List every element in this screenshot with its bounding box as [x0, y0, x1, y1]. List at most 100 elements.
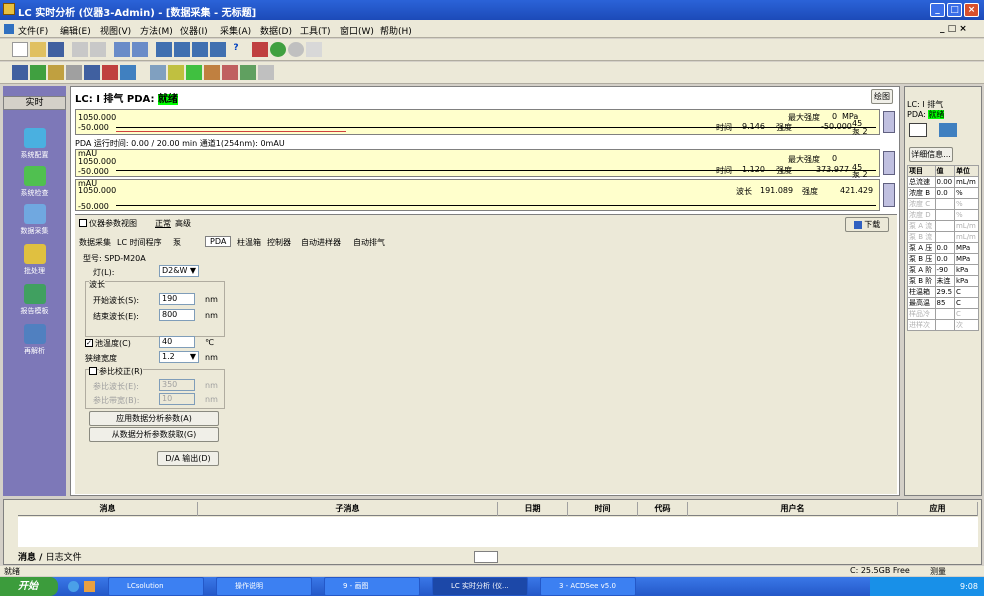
open-icon[interactable] [30, 42, 46, 57]
chromatogram-graph-2[interactable]: mAU 1050.000 -50.000 时间 1.120 强度 373.977… [75, 149, 880, 179]
pause-icon[interactable] [306, 42, 322, 57]
copy-icon[interactable] [132, 42, 148, 57]
stop-icon[interactable] [288, 42, 304, 57]
subtab-pda[interactable]: PDA [205, 236, 232, 247]
sidebar-item-reanalysis[interactable]: 再解析 [3, 324, 66, 356]
grid-icon[interactable] [174, 42, 190, 57]
tab-logfile[interactable]: 日志文件 [46, 553, 82, 563]
menu-method[interactable]: 方法(M) [140, 24, 173, 37]
lamp-select[interactable]: D2&W ▼ [159, 265, 199, 277]
task-lc-realtime[interactable]: LC 实时分析 (仪... [432, 577, 528, 596]
sidebar-item-batch[interactable]: 批处理 [3, 244, 66, 276]
new-icon[interactable] [12, 42, 28, 57]
minimize-button[interactable]: _ [930, 3, 945, 17]
menu-instrument[interactable]: 仪器(I) [180, 24, 208, 37]
tab-advanced[interactable]: 高级 [175, 218, 191, 229]
task-acdsee[interactable]: 3 - ACDSee v5.0 [540, 577, 636, 596]
arrow-icon[interactable] [210, 42, 226, 57]
menu-acquire[interactable]: 采集(A) [220, 24, 251, 37]
col-message[interactable]: 消息 [18, 502, 198, 516]
subtab-controller[interactable]: 控制器 [267, 237, 291, 248]
desktop-icon[interactable] [84, 581, 95, 592]
task-lcsolution[interactable]: LCsolution [108, 577, 204, 596]
layout-icon[interactable] [156, 42, 172, 57]
slit-select[interactable]: 1.2 ▼ [159, 351, 199, 363]
end-wl-input[interactable]: 800 [159, 309, 195, 321]
export-icon[interactable] [240, 65, 256, 80]
ref-wl-input[interactable]: 350 [159, 379, 195, 391]
close-button[interactable]: × [964, 3, 979, 17]
subtab-lc-program[interactable]: LC 时间程序 [117, 237, 162, 248]
apply-params-button[interactable]: 应用数据分析参数(A) [89, 411, 219, 426]
sidebar-item-acquire[interactable]: 数据采集 [3, 204, 66, 236]
da-output-button[interactable]: D/A 输出(D) [157, 451, 219, 466]
acquire-icon[interactable] [30, 65, 46, 80]
subtab-pump[interactable]: 泵 [173, 237, 181, 248]
cell-temp-checkbox[interactable]: ✓ [85, 339, 93, 347]
view-checkbox[interactable] [79, 219, 87, 227]
spectrum-icon[interactable] [222, 65, 238, 80]
subtab-acquisition[interactable]: 数据采集 [79, 237, 111, 248]
cut-icon[interactable] [114, 42, 130, 57]
graph-1-settings-icon[interactable] [883, 111, 895, 133]
preview-icon[interactable] [90, 42, 106, 57]
col-app[interactable]: 应用 [898, 502, 978, 516]
batch-icon[interactable] [120, 65, 136, 80]
subtab-autopurge[interactable]: 自动排气 [353, 237, 385, 248]
start-wl-input[interactable]: 190 [159, 293, 195, 305]
col-date[interactable]: 日期 [498, 502, 568, 516]
col-time[interactable]: 时间 [568, 502, 638, 516]
start-button[interactable]: 开始 [0, 577, 58, 596]
fetch-params-button[interactable]: 从数据分析参数获取(G) [89, 427, 219, 442]
view-icon[interactable] [150, 65, 166, 80]
spectrum-graph[interactable]: mAU 1050.000 -50.000 波长 191.089 强度 421.4… [75, 179, 880, 211]
tab-normal[interactable]: 正常 [155, 218, 171, 229]
col-username[interactable]: 用户名 [688, 502, 898, 516]
menu-window[interactable]: 窗口(W) [340, 24, 374, 37]
menu-file[interactable]: 文件(F) [18, 24, 48, 37]
menu-edit[interactable]: 编辑(E) [60, 24, 91, 37]
download-button[interactable]: 下载 [845, 217, 889, 232]
draw-button[interactable]: 绘图 [871, 89, 893, 104]
cell-temp-input[interactable]: 40 [159, 336, 195, 348]
table-icon[interactable] [66, 65, 82, 80]
print-icon[interactable] [72, 42, 88, 57]
window-icon[interactable] [192, 42, 208, 57]
method-icon[interactable] [84, 65, 100, 80]
edit-icon[interactable] [204, 65, 220, 80]
graph-2-settings-icon[interactable] [883, 151, 895, 175]
maximize-button[interactable]: □ [947, 3, 962, 17]
task-paint[interactable]: 9 - 画图 [324, 577, 420, 596]
sidebar-item-config[interactable]: 系统配置 [3, 128, 66, 160]
subtab-oven[interactable]: 柱温箱 [237, 237, 261, 248]
chart-icon[interactable] [48, 65, 64, 80]
calibrate-icon[interactable] [186, 65, 202, 80]
menu-help[interactable]: 帮助(H) [380, 24, 412, 37]
settings-icon[interactable] [258, 65, 274, 80]
tab-messages[interactable]: 消息 [18, 553, 36, 563]
help-icon[interactable]: ? [228, 42, 244, 57]
mdi-controls[interactable]: _ □ × [940, 24, 967, 34]
report-icon[interactable] [102, 65, 118, 80]
sidebar-item-check[interactable]: 系统检查 [3, 166, 66, 198]
task-manual[interactable]: 操作说明 [216, 577, 312, 596]
sidebar-item-report[interactable]: 报告模板 [3, 284, 66, 316]
ref-bw-input[interactable]: 10 [159, 393, 195, 405]
peak-icon[interactable] [168, 65, 184, 80]
tool-icon[interactable] [252, 42, 268, 57]
instrument-icon[interactable] [12, 65, 28, 80]
col-code[interactable]: 代码 [638, 502, 688, 516]
subtab-autosampler[interactable]: 自动进样器 [301, 237, 341, 248]
menu-data[interactable]: 数据(D) [260, 24, 292, 37]
run-icon[interactable] [270, 42, 286, 57]
menu-view[interactable]: 视图(V) [100, 24, 131, 37]
ref-correction-checkbox[interactable] [89, 367, 97, 375]
horizontal-scrollbar[interactable] [474, 551, 498, 563]
menu-tools[interactable]: 工具(T) [300, 24, 331, 37]
chromatogram-graph-1[interactable]: 1050.000 -50.000 时间 9.146 强度 -50.000 最大强… [75, 109, 880, 136]
col-submessage[interactable]: 子消息 [198, 502, 498, 516]
ie-icon[interactable] [68, 581, 79, 592]
graph-3-settings-icon[interactable] [883, 183, 895, 207]
details-button[interactable]: 详细信息... [909, 147, 953, 162]
save-icon[interactable] [48, 42, 64, 57]
